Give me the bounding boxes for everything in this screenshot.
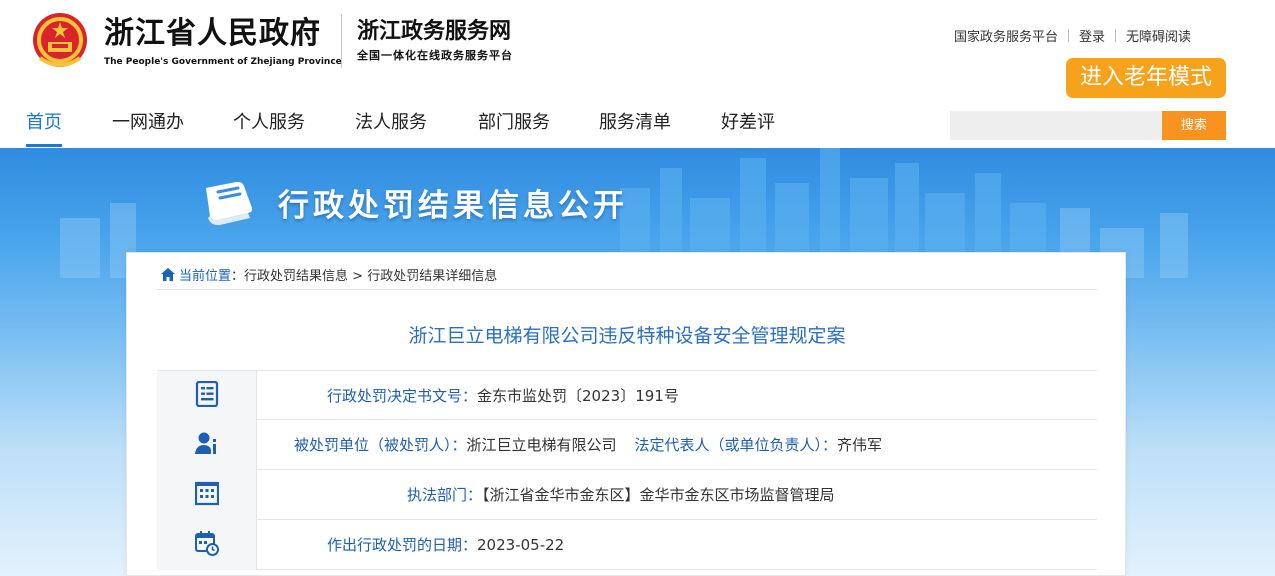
case-title: 浙江巨立电梯有限公司违反特种设备安全管理规定案 — [408, 325, 846, 347]
decision-number-label: 行政处罚决定书文号： — [327, 387, 478, 405]
nav-item-service-list[interactable]: 服务清单 — [599, 106, 671, 140]
document-icon — [195, 381, 219, 407]
service-portal-name[interactable]: 浙江政务服务网 — [357, 16, 511, 46]
table-row: 执法部门：【浙江省金华市金东区】金华市金东区市场监督管理局 — [157, 470, 1097, 520]
government-name: 浙江省人民政府 — [104, 16, 321, 51]
accessibility-link[interactable]: 无障碍阅读 — [1126, 26, 1191, 45]
link-separator — [1068, 29, 1070, 42]
breadcrumb-path[interactable]: 行政处罚结果信息 > 行政处罚结果详细信息 — [244, 265, 497, 284]
service-portal-subtitle: 全国一体化在线政务服务平台 — [357, 49, 513, 62]
elder-mode-button[interactable]: 进入老年模式 — [1066, 58, 1226, 98]
header-divider — [341, 14, 342, 68]
search-input[interactable] — [950, 111, 1162, 140]
active-nav-indicator — [26, 144, 62, 147]
breadcrumb-divider — [157, 289, 1097, 290]
breadcrumb-current-label: 当前位置 — [179, 269, 232, 284]
table-row: 被处罚单位（被处罚人）：浙江巨立电梯有限公司 法定代表人（或单位负责人）：齐伟军 — [157, 420, 1097, 470]
penalty-date-label: 作出行政处罚的日期： — [327, 536, 478, 554]
person-info-icon — [195, 432, 216, 454]
row-icon-cell — [157, 520, 257, 570]
row-text: 被处罚单位（被处罚人）：浙江巨立电梯有限公司 法定代表人（或单位负责人）：齐伟军 — [257, 420, 1097, 470]
row-icon-cell — [157, 371, 257, 421]
main-nav: 首页 一网通办 个人服务 法人服务 部门服务 服务清单 好差评 — [0, 106, 900, 148]
nav-item-home[interactable]: 首页 — [26, 106, 62, 140]
enforcement-dept-label: 执法部门： — [407, 486, 483, 504]
row-icon-cell — [157, 470, 257, 520]
top-links: 国家政务服务平台 登录 无障碍阅读 — [954, 26, 1191, 45]
content-card: 当前位置 ： 行政处罚结果信息 > 行政处罚结果详细信息 浙江巨立电梯有限公司违… — [126, 252, 1126, 576]
link-separator — [1115, 29, 1117, 42]
nav-item-one-stop[interactable]: 一网通办 — [112, 106, 184, 140]
government-name-english: The People's Government of Zhejiang Prov… — [104, 57, 342, 67]
nav-item-personal[interactable]: 个人服务 — [233, 106, 305, 140]
national-platform-link[interactable]: 国家政务服务平台 — [954, 26, 1058, 45]
book-icon — [206, 181, 253, 226]
penalty-date-value: 2023-05-22 — [477, 536, 565, 554]
banner-title: 行政处罚结果信息公开 — [278, 188, 628, 224]
penalized-party-label: 被处罚单位（被处罚人）： — [294, 436, 467, 454]
site-header: 浙江省人民政府 The People's Government of Zheji… — [0, 0, 1275, 148]
case-info-table: 行政处罚决定书文号：金东市监处罚〔2023〕191号 被处罚单位（被处罚人）：浙… — [157, 370, 1097, 570]
row-text: 执法部门：【浙江省金华市金东区】金华市金东区市场监督管理局 — [257, 470, 1097, 520]
decision-number-value: 金东市监处罚〔2023〕191号 — [477, 387, 679, 405]
row-text: 作出行政处罚的日期：2023-05-22 — [257, 520, 1097, 570]
row-icon-cell — [157, 420, 257, 470]
calendar-clock-icon — [195, 531, 219, 556]
penalized-party-value: 浙江巨立电梯有限公司 — [466, 436, 617, 454]
nav-item-department[interactable]: 部门服务 — [478, 106, 550, 140]
table-row: 行政处罚决定书文号：金东市监处罚〔2023〕191号 — [157, 370, 1097, 421]
table-row: 作出行政处罚的日期：2023-05-22 — [157, 520, 1097, 570]
breadcrumb: 当前位置 ： 行政处罚结果信息 > 行政处罚结果详细信息 — [161, 265, 497, 284]
legal-representative-value: 齐伟军 — [837, 436, 883, 454]
building-icon — [195, 481, 219, 506]
breadcrumb-colon: ： — [231, 269, 245, 284]
search-button[interactable]: 搜索 — [1162, 111, 1226, 140]
national-emblem-icon — [33, 13, 87, 67]
legal-representative-label: 法定代表人（或单位负责人）： — [634, 436, 838, 454]
nav-item-rating[interactable]: 好差评 — [721, 106, 775, 140]
enforcement-dept-value: 【浙江省金华市金东区】金华市金东区市场监督管理局 — [482, 486, 835, 504]
nav-item-enterprise[interactable]: 法人服务 — [355, 106, 427, 140]
row-text: 行政处罚决定书文号：金东市监处罚〔2023〕191号 — [257, 371, 1097, 421]
login-link[interactable]: 登录 — [1079, 26, 1105, 45]
home-icon[interactable] — [161, 268, 175, 281]
